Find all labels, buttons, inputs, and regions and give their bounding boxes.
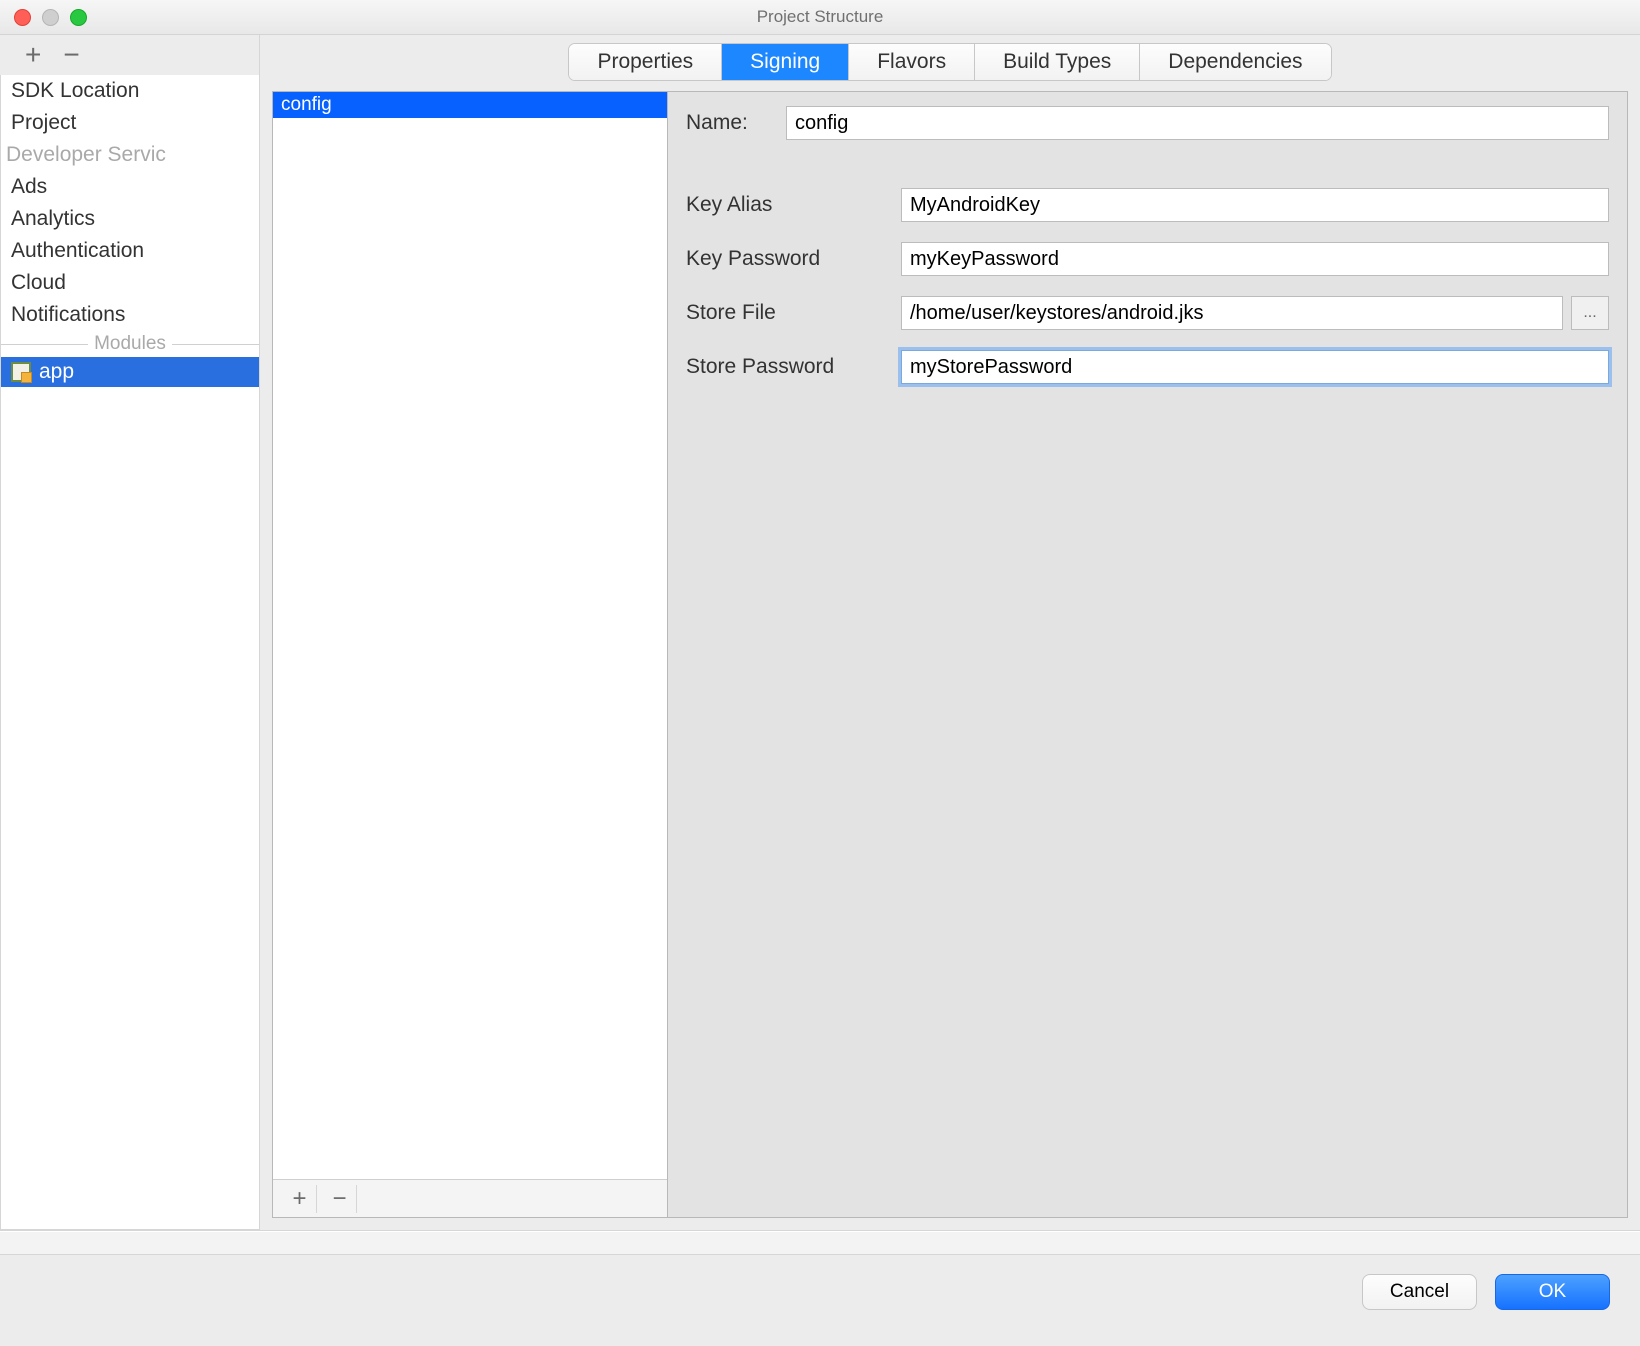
sidebar-item-project[interactable]: Project [1, 107, 259, 139]
sidebar-item-cloud[interactable]: Cloud [1, 267, 259, 299]
window-title: Project Structure [0, 7, 1640, 27]
label-store-file: Store File [686, 301, 901, 325]
input-store-password[interactable] [901, 350, 1609, 384]
tab-dependencies[interactable]: Dependencies [1140, 44, 1330, 80]
config-list: config + − [273, 92, 668, 1217]
form-area: Name: Key Alias Key Password Store File … [668, 92, 1627, 1217]
content: Properties Signing Flavors Build Types D… [260, 35, 1640, 1230]
sidebar-item-analytics[interactable]: Analytics [1, 203, 259, 235]
label-key-password: Key Password [686, 247, 901, 271]
sidebar: + − SDK Location Project Developer Servi… [0, 35, 260, 1230]
sidebar-item-sdk-location[interactable]: SDK Location [1, 75, 259, 107]
sidebar-module-app[interactable]: app [1, 357, 259, 387]
sidebar-item-notifications[interactable]: Notifications [1, 299, 259, 331]
input-key-password[interactable] [901, 242, 1609, 276]
sidebar-item-authentication[interactable]: Authentication [1, 235, 259, 267]
sidebar-list: SDK Location Project Developer Servic Ad… [0, 75, 259, 1230]
sidebar-toolbar: + − [0, 35, 259, 75]
tab-properties[interactable]: Properties [569, 44, 722, 80]
sidebar-remove-button[interactable]: − [63, 41, 79, 69]
sidebar-module-label: app [39, 360, 74, 384]
label-name: Name: [686, 111, 786, 135]
module-icon [11, 362, 31, 382]
tab-build-types[interactable]: Build Types [975, 44, 1140, 80]
tab-signing[interactable]: Signing [722, 44, 849, 80]
browse-store-file-button[interactable]: ... [1571, 296, 1609, 330]
config-item[interactable]: config [273, 92, 667, 118]
sidebar-section-developer-services: Developer Servic [1, 139, 259, 171]
input-store-file[interactable] [901, 296, 1563, 330]
ok-button[interactable]: OK [1495, 1274, 1610, 1310]
footer: Cancel OK [0, 1230, 1640, 1328]
config-add-button[interactable]: + [283, 1185, 317, 1213]
input-key-alias[interactable] [901, 188, 1609, 222]
cancel-button[interactable]: Cancel [1362, 1274, 1477, 1310]
tabs: Properties Signing Flavors Build Types D… [272, 43, 1628, 81]
titlebar: Project Structure [0, 0, 1640, 35]
label-store-password: Store Password [686, 355, 901, 379]
config-remove-button[interactable]: − [323, 1185, 357, 1213]
tab-flavors[interactable]: Flavors [849, 44, 975, 80]
config-list-toolbar: + − [273, 1179, 667, 1217]
signing-panel: config + − Name: Key Alias Key Password [272, 91, 1628, 1218]
input-name[interactable] [786, 106, 1609, 140]
sidebar-add-button[interactable]: + [25, 41, 41, 69]
sidebar-section-modules: Modules [1, 331, 259, 357]
sidebar-item-ads[interactable]: Ads [1, 171, 259, 203]
label-key-alias: Key Alias [686, 193, 901, 217]
